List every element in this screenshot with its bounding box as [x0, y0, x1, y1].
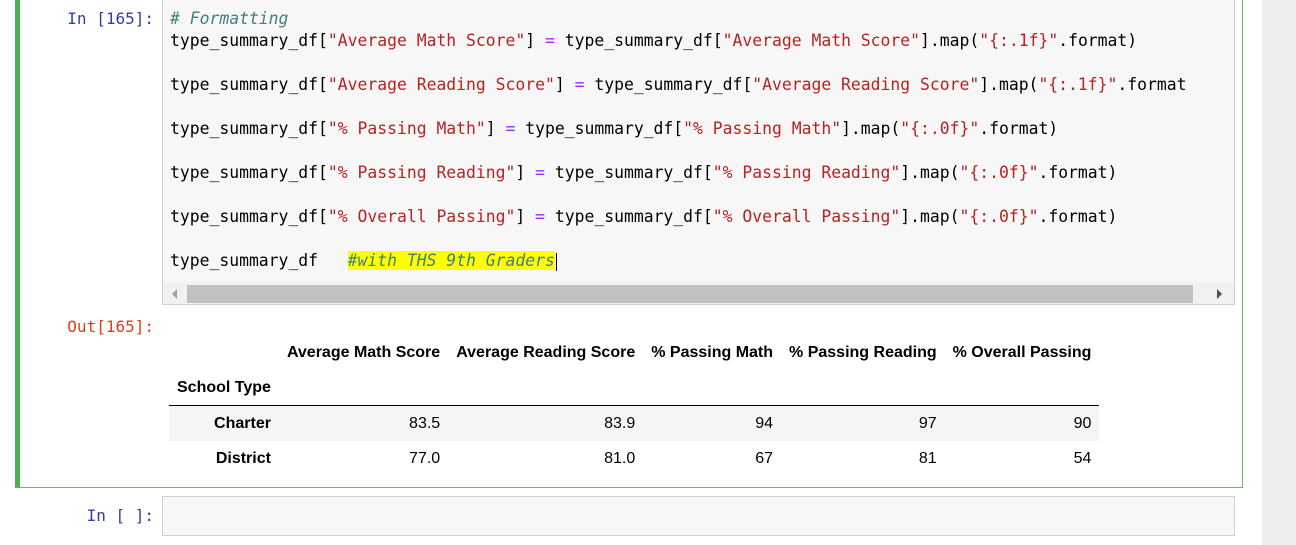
- horizontal-scrollbar[interactable]: [163, 282, 1234, 304]
- input-prompt: In [165]:: [67, 9, 154, 28]
- row-index: Charter: [214, 414, 271, 432]
- corner-cell: [169, 335, 279, 370]
- table-cell: 81.0: [604, 449, 636, 467]
- code-line: type_summary_df["% Passing Math"] = type…: [170, 119, 1059, 138]
- notebook-page: In [165]: # Formatting type_summary_df["…: [0, 0, 1262, 545]
- code-line: type_summary_df["% Passing Reading"] = t…: [170, 163, 1118, 182]
- highlighted-comment: #with THS 9th Graders: [347, 251, 555, 270]
- index-name-row: School Type: [169, 370, 1099, 406]
- table-cell: 90: [1073, 414, 1092, 432]
- table-row: District 77.0 81.0 67 81 54: [169, 441, 1099, 476]
- table-cell: 97: [918, 414, 937, 432]
- column-header-row: Average Math Score Average Reading Score…: [169, 335, 1099, 370]
- table-cell: 77.0: [409, 449, 441, 467]
- code-line: type_summary_df["Average Reading Score"]…: [170, 75, 1187, 94]
- scroll-right-icon[interactable]: [1217, 289, 1222, 299]
- code-last-line: type_summary_df #with THS 9th Graders: [170, 251, 557, 271]
- scroll-left-icon[interactable]: [172, 289, 177, 299]
- table-cell: 83.9: [604, 414, 636, 432]
- code-line: type_summary_df["% Overall Passing"] = t…: [170, 207, 1118, 226]
- table-cell: 94: [755, 414, 774, 432]
- empty-code-cell[interactable]: [162, 496, 1235, 536]
- column-header: Average Math Score: [286, 343, 441, 361]
- table-cell: 83.5: [409, 414, 441, 432]
- page-margin: [1262, 0, 1296, 545]
- column-header: % Passing Reading: [789, 343, 937, 361]
- dataframe-output: Average Math Score Average Reading Score…: [169, 335, 1100, 476]
- table-cell: 67: [755, 449, 774, 467]
- column-header: % Overall Passing: [952, 343, 1092, 361]
- index-name: School Type: [177, 378, 271, 396]
- column-header: % Passing Math: [651, 343, 774, 361]
- table-row: Charter 83.5 83.9 94 97 90: [169, 405, 1100, 441]
- code-line: type_summary_df["Average Math Score"] = …: [170, 31, 1138, 50]
- table-cell: 54: [1073, 449, 1092, 467]
- text-cursor: [555, 252, 557, 271]
- code-comment-line: # Formatting: [170, 9, 289, 28]
- table-cell: 81: [918, 449, 937, 467]
- code-editor[interactable]: # Formatting type_summary_df["Average Ma…: [162, 0, 1235, 305]
- input-prompt-empty: In [ ]:: [86, 506, 154, 525]
- scrollbar-thumb[interactable]: [187, 285, 1193, 303]
- row-index: District: [215, 449, 271, 467]
- output-prompt: Out[165]:: [67, 317, 154, 336]
- column-header: Average Reading Score: [456, 343, 636, 361]
